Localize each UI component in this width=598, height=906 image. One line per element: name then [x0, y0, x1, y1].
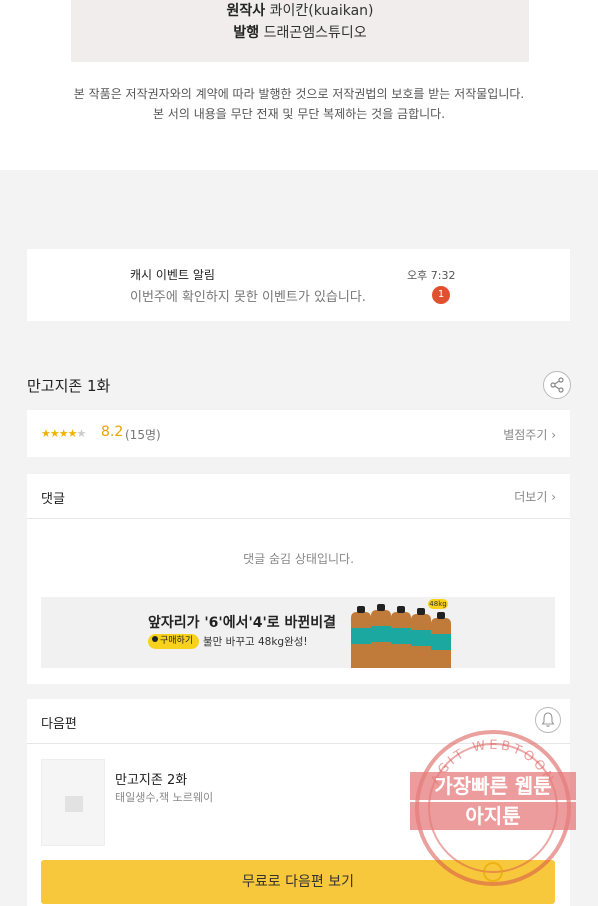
star-icon: ★ — [41, 427, 51, 440]
notification-badge: 1 — [432, 286, 450, 304]
ad-product-image — [351, 603, 451, 668]
divider — [27, 518, 570, 519]
next-episode-authors: 태일생수,잭 노르웨이 — [115, 791, 214, 804]
comments-hidden-message: 댓글 숨김 상태입니다. — [243, 552, 354, 566]
svg-text:아지툰: 아지툰 — [465, 804, 520, 828]
agit-webtoon-watermark-stamp: AGIT WEBTOON 가장빠른 웹툰 아지툰 — [408, 716, 578, 898]
notification-message: 이번주에 확인하지 못한 이벤트가 있습니다. — [130, 290, 366, 305]
rating-card: ★★★★★ 8.2 (15명) 별점주기 › — [27, 410, 570, 457]
episode-title: 만고지존 1화 — [27, 377, 111, 395]
star-empty-icon: ★ — [76, 427, 87, 440]
ad-buy-label: 구매하기 — [160, 636, 194, 646]
rating-stars: ★★★★★ — [41, 427, 87, 440]
svg-text:가장빠른 웹툰: 가장빠른 웹툰 — [434, 774, 551, 798]
credits-box: 원작사 콰이칸(kuaikan) 발행 드래곤엠스튜디오 — [71, 0, 529, 62]
credit-publisher: 발행 드래곤엠스튜디오 — [71, 22, 529, 44]
credit-publisher-label: 발행 — [233, 25, 260, 41]
credit-publisher-value: 드래곤엠스튜디오 — [263, 25, 367, 41]
ad-product-badge: 48kg — [428, 599, 448, 609]
copyright-notice: 본 작품은 저작권자와의 계약에 따라 발행한 것으로 저작권법의 보호를 받는… — [0, 84, 598, 124]
credit-original: 원작사 콰이칸(kuaikan) — [71, 0, 529, 22]
comments-more-link[interactable]: 더보기 › — [514, 488, 556, 505]
star-icon: ★ — [67, 427, 78, 440]
ad-headline: 앞자리가 '6'에서'4'로 바뀐비결 — [148, 615, 337, 631]
ad-buy-button[interactable]: 구매하기 — [148, 634, 200, 649]
credit-original-value: 콰이칸(kuaikan) — [269, 3, 374, 19]
rating-count: (15명) — [125, 428, 161, 442]
next-episode-section-title: 다음편 — [41, 717, 77, 732]
star-icon: ★ — [49, 427, 60, 440]
top-info-area: 원작사 콰이칸(kuaikan) 발행 드래곤엠스튜디오 본 작품은 저작권자와… — [0, 0, 598, 170]
comments-title: 댓글 — [41, 492, 65, 507]
cash-event-notification[interactable]: 캐시 이벤트 알림 이번주에 확인하지 못한 이벤트가 있습니다. 오후 7:3… — [27, 249, 570, 321]
comments-card: 댓글 더보기 › 댓글 숨김 상태입니다. 앞자리가 '6'에서'4'로 바뀐비… — [27, 474, 570, 684]
ad-subtext: 불만 바꾸고 48kg완성! — [203, 636, 308, 648]
share-icon — [550, 377, 564, 393]
rate-button[interactable]: 별점주기 › — [503, 426, 556, 443]
notification-time: 오후 7:32 — [407, 269, 456, 282]
next-episode-title[interactable]: 만고지존 2화 — [115, 769, 187, 788]
image-placeholder-icon — [65, 796, 83, 812]
rating-score: 8.2 — [101, 424, 124, 440]
notification-title: 캐시 이벤트 알림 — [130, 268, 215, 282]
copyright-line-2: 본 서의 내용을 무단 전재 및 무단 복제하는 것을 금합니다. — [152, 107, 446, 121]
copyright-line-1: 본 작품은 저작권자와의 계약에 따라 발행한 것으로 저작권법의 보호를 받는… — [73, 87, 525, 101]
ad-banner[interactable]: 앞자리가 '6'에서'4'로 바뀐비결 구매하기 불만 바꾸고 48kg완성! … — [41, 597, 555, 668]
chat-bubble-icon — [152, 636, 158, 642]
star-icon: ★ — [58, 427, 69, 440]
credit-original-label: 원작사 — [226, 3, 266, 19]
share-button[interactable] — [543, 371, 571, 399]
next-episode-thumbnail[interactable] — [41, 759, 105, 846]
